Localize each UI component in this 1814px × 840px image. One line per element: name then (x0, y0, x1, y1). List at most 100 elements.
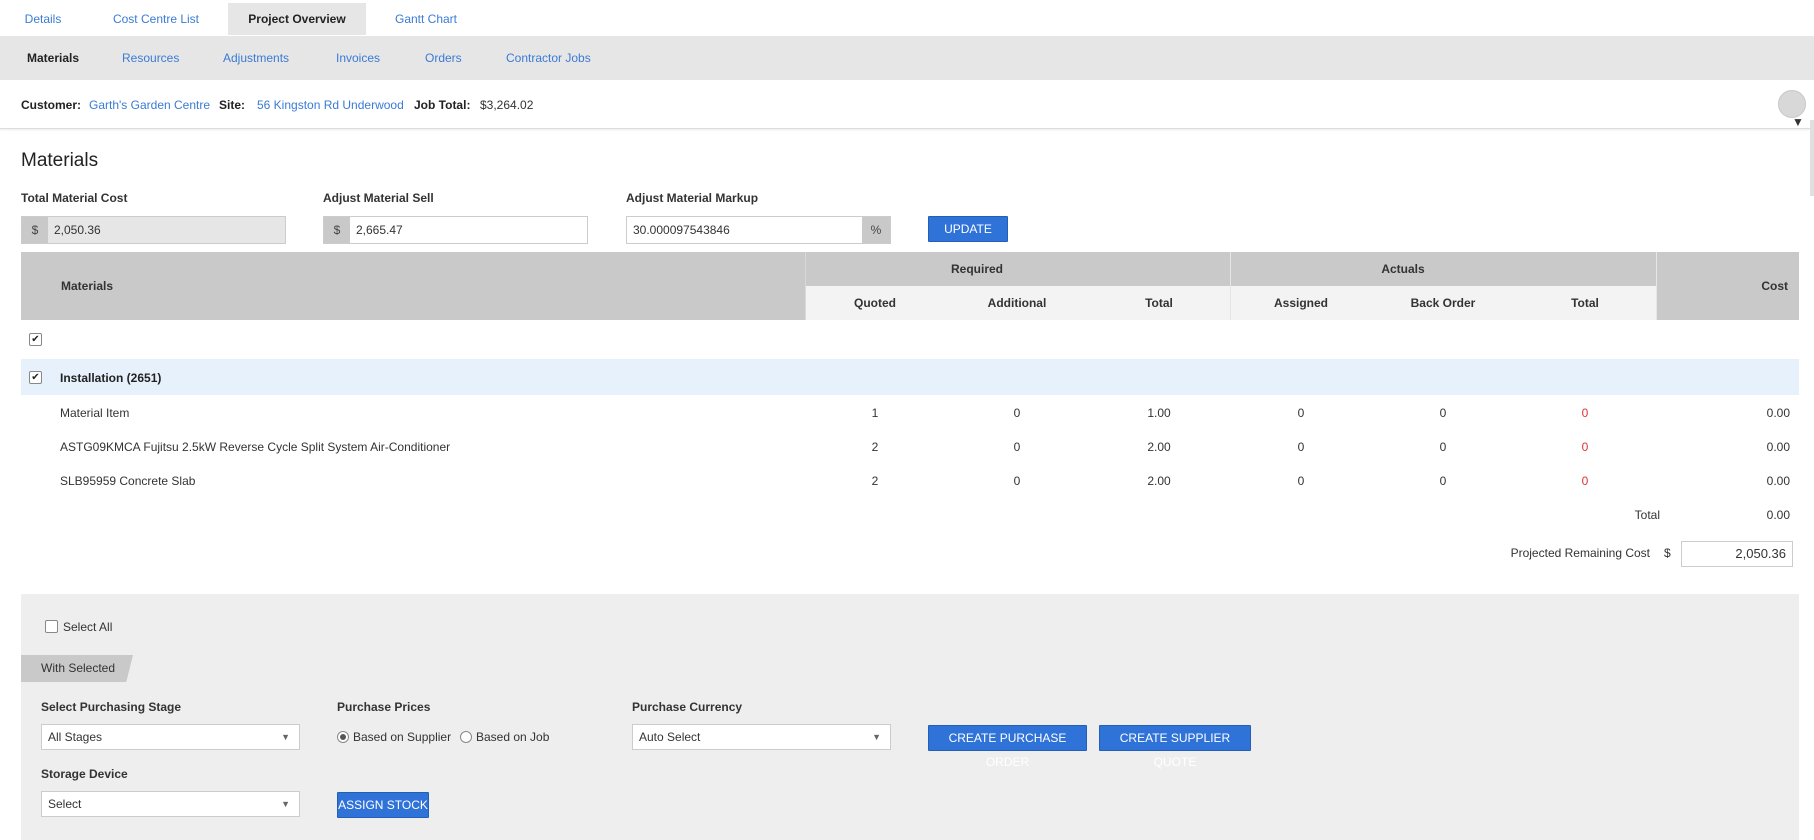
purchasing-stage-select[interactable]: All Stages ▼ (41, 724, 300, 750)
storage-device-label: Storage Device (41, 767, 128, 781)
row-cost: 0.00 (1766, 406, 1790, 420)
select-all-rows-checkbox[interactable]: ✔ (29, 333, 42, 346)
table-total-label: Total (1634, 508, 1660, 522)
row-actuals-total: 0 (1581, 474, 1589, 488)
row-actuals-total: 0 (1581, 406, 1589, 420)
adjust-material-markup-field: % (626, 216, 891, 244)
select-all-checkbox[interactable] (45, 620, 58, 633)
radio-selected-icon[interactable] (337, 731, 349, 743)
total-material-cost-label: Total Material Cost (21, 191, 128, 205)
row-required-total: 2.00 (1147, 440, 1171, 454)
create-supplier-quote-button[interactable]: CREATE SUPPLIER QUOTE (1099, 725, 1251, 769)
group-row-label: Installation (2651) (60, 371, 162, 385)
row-material-name: Material Item (60, 406, 130, 420)
job-total-value: $3,264.02 (480, 98, 534, 112)
projected-remaining-cost-label: Projected Remaining Cost (1510, 546, 1650, 560)
collapse-toggle-button[interactable]: ▼ (1778, 90, 1806, 129)
chevron-down-icon: ▼ (281, 732, 290, 742)
percent-addon: % (862, 217, 890, 243)
job-info-bar: Customer: Garth's Garden Centre Site: 56… (0, 80, 1814, 129)
row-material-name: SLB95959 Concrete Slab (60, 474, 196, 488)
subnav-adjustments[interactable]: Adjustments (223, 36, 289, 80)
sub-navigation: Materials Resources Adjustments Invoices… (0, 36, 1814, 80)
radio-unselected-icon[interactable] (460, 731, 472, 743)
dollar-addon: $ (22, 217, 48, 243)
tab-project-overview[interactable]: Project Overview (228, 3, 366, 35)
row-quoted-link[interactable]: 1 (835, 406, 915, 420)
subnav-orders[interactable]: Orders (425, 36, 462, 80)
row-required-total: 1.00 (1147, 406, 1171, 420)
row-additional: 0 (1013, 406, 1021, 420)
customer-link[interactable]: Garth's Garden Centre (89, 98, 210, 112)
job-total-label: Job Total: (414, 98, 471, 112)
subnav-invoices[interactable]: Invoices (336, 36, 380, 80)
group-actuals-header: Actuals (1381, 262, 1425, 276)
price-supplier-option[interactable]: Based on Supplier (337, 730, 451, 744)
total-material-cost-field: $ (21, 216, 286, 244)
update-button[interactable]: UPDATE (928, 216, 1008, 242)
purchasing-stage-value: All Stages (48, 730, 103, 744)
purchasing-stage-label: Select Purchasing Stage (41, 700, 182, 714)
subnav-contractor-jobs[interactable]: Contractor Jobs (506, 36, 591, 80)
adjust-material-markup-input[interactable] (627, 217, 862, 243)
row-quoted: 2 (871, 474, 879, 488)
price-supplier-label: Based on Supplier (353, 730, 452, 744)
subnav-materials[interactable]: Materials (27, 36, 79, 80)
purchase-currency-select[interactable]: Auto Select ▼ (632, 724, 891, 750)
chevron-down-icon: ▼ (872, 732, 881, 742)
with-selected-banner: With Selected (21, 655, 133, 682)
col-additional-header: Additional (987, 296, 1047, 310)
page-title: Materials (21, 150, 99, 171)
divider (805, 252, 806, 320)
select-all-label: Select All (63, 620, 113, 634)
divider (1656, 252, 1657, 320)
purchase-currency-label: Purchase Currency (632, 700, 743, 714)
col-required-total-header: Total (1145, 296, 1173, 310)
row-additional: 0 (1013, 474, 1021, 488)
price-job-option[interactable]: Based on Job (460, 730, 549, 744)
projected-dollar-sign: $ (1664, 546, 1671, 560)
row-actuals-total: 0 (1581, 440, 1589, 454)
table-group-row (21, 359, 1799, 395)
row-back-order: 0 (1439, 406, 1447, 420)
col-quoted-header: Quoted (854, 296, 896, 310)
col-assigned-header: Assigned (1273, 296, 1328, 310)
col-cost-header: Cost (1761, 279, 1788, 293)
adjust-material-sell-input[interactable] (350, 217, 587, 243)
total-material-cost-input (48, 217, 285, 243)
purchase-prices-label: Purchase Prices (337, 700, 431, 714)
purchase-currency-value: Auto Select (639, 730, 701, 744)
create-purchase-order-button[interactable]: CREATE PURCHASE ORDER (928, 725, 1087, 769)
row-assigned: 0 (1297, 440, 1305, 454)
chevron-down-icon: ▼ (281, 799, 290, 809)
row-quoted: 2 (871, 440, 879, 454)
price-job-label: Based on Job (476, 730, 550, 744)
top-tabs: Details Cost Centre List Project Overvie… (0, 0, 1814, 36)
customer-label: Customer: (21, 98, 82, 112)
adjust-material-sell-field: $ (323, 216, 588, 244)
assign-stock-button[interactable]: ASSIGN STOCK (337, 792, 429, 818)
row-cost: 0.00 (1766, 474, 1790, 488)
projected-remaining-cost-input[interactable]: 2,050.36 (1681, 541, 1793, 567)
row-cost: 0.00 (1766, 440, 1790, 454)
tab-details[interactable]: Details (14, 3, 72, 35)
scrollbar[interactable] (1810, 120, 1814, 196)
site-link[interactable]: 56 Kingston Rd Underwood (257, 98, 404, 112)
adjust-material-markup-label: Adjust Material Markup (626, 191, 759, 205)
storage-device-select[interactable]: Select ▼ (41, 791, 300, 817)
tab-gantt-chart[interactable]: Gantt Chart (386, 3, 466, 35)
subnav-resources[interactable]: Resources (122, 36, 179, 80)
row-back-order: 0 (1439, 474, 1447, 488)
row-required-total: 2.00 (1147, 474, 1171, 488)
dollar-addon: $ (324, 217, 350, 243)
storage-device-value: Select (48, 797, 82, 811)
row-material-name: ASTG09KMCA Fujitsu 2.5kW Reverse Cycle S… (60, 440, 451, 454)
row-assigned: 0 (1297, 406, 1305, 420)
with-selected-label: With Selected (41, 661, 116, 675)
caret-down-icon: ▼ (1792, 115, 1804, 129)
col-materials-header: Materials (61, 279, 114, 293)
col-back-order-header: Back Order (1410, 296, 1476, 310)
group-row-checkbox[interactable]: ✔ (29, 371, 42, 384)
table-header (21, 252, 1799, 286)
tab-cost-centre-list[interactable]: Cost Centre List (98, 3, 214, 35)
